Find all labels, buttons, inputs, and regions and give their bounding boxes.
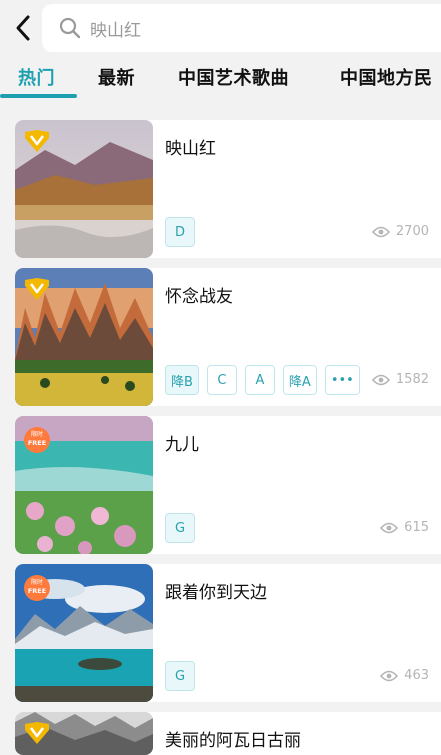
song-card[interactable]: 怀念战友 降B C A 降A ••• 1582: [15, 268, 441, 406]
key-button[interactable]: D: [165, 217, 195, 247]
song-card[interactable]: 映山红 D 2700: [15, 120, 441, 258]
view-count-value: 463: [404, 668, 429, 683]
key-button[interactable]: 降A: [282, 365, 317, 395]
song-card[interactable]: 限时 FREE 九儿 G 615: [15, 416, 441, 554]
active-tab-indicator: [0, 94, 77, 98]
tab-chinese-folk[interactable]: 中国地方民: [340, 64, 433, 90]
song-title: 跟着你到天边: [165, 583, 267, 603]
tab-chinese-art-songs[interactable]: 中国艺术歌曲: [178, 64, 289, 90]
back-button[interactable]: [8, 12, 38, 44]
song-title: 怀念战友: [165, 287, 233, 307]
key-options: D: [165, 217, 195, 247]
eye-icon: [371, 374, 390, 385]
song-thumbnail: [15, 268, 153, 406]
key-button[interactable]: C: [206, 365, 237, 395]
tab-hot[interactable]: 热门: [18, 64, 55, 90]
song-card[interactable]: 限时 FREE 跟着你到天边 G 463: [15, 564, 441, 702]
free-badge-icon: 限时 FREE: [24, 427, 50, 453]
vip-badge-icon: [25, 130, 49, 152]
free-badge-icon: 限时 FREE: [24, 575, 50, 601]
eye-icon: [380, 522, 399, 533]
category-tabs: 热门 最新 中国艺术歌曲 中国地方民: [0, 58, 441, 100]
view-count-value: 615: [404, 520, 429, 535]
view-count: 1582: [371, 372, 429, 387]
free-badge-label: FREE: [28, 587, 46, 595]
key-button[interactable]: A: [244, 365, 275, 395]
view-count-value: 2700: [395, 224, 429, 239]
song-thumbnail: [15, 712, 153, 755]
search-query: 映山红: [90, 20, 141, 41]
search-icon: [59, 17, 81, 39]
eye-icon: [380, 670, 399, 681]
key-button[interactable]: G: [165, 513, 195, 543]
top-bar: 映山红: [0, 0, 441, 58]
song-thumbnail: 限时 FREE: [15, 416, 153, 554]
chevron-left-icon: [16, 15, 30, 41]
song-thumbnail: 限时 FREE: [15, 564, 153, 702]
key-options: G: [165, 513, 195, 543]
free-badge-top: 限时: [31, 430, 43, 438]
view-count: 2700: [371, 224, 429, 239]
tab-latest[interactable]: 最新: [98, 64, 135, 90]
song-title: 九儿: [165, 435, 199, 455]
view-count: 463: [380, 668, 429, 683]
vip-badge-icon: [25, 278, 49, 300]
key-options: 降B C A 降A •••: [165, 365, 360, 395]
more-keys-button[interactable]: •••: [324, 365, 360, 395]
view-count-value: 1582: [395, 372, 429, 387]
song-thumbnail: [15, 120, 153, 258]
song-card[interactable]: 美丽的阿瓦日古丽: [15, 712, 441, 755]
view-count: 615: [380, 520, 429, 535]
eye-icon: [371, 226, 390, 237]
search-input[interactable]: 映山红: [42, 4, 441, 52]
song-title: 映山红: [165, 139, 216, 159]
free-badge-top: 限时: [31, 578, 43, 586]
vip-badge-icon: [25, 722, 49, 744]
key-button[interactable]: 降B: [165, 365, 199, 395]
key-button[interactable]: G: [165, 661, 195, 691]
song-title: 美丽的阿瓦日古丽: [165, 731, 301, 751]
key-options: G: [165, 661, 195, 691]
free-badge-label: FREE: [28, 439, 46, 447]
